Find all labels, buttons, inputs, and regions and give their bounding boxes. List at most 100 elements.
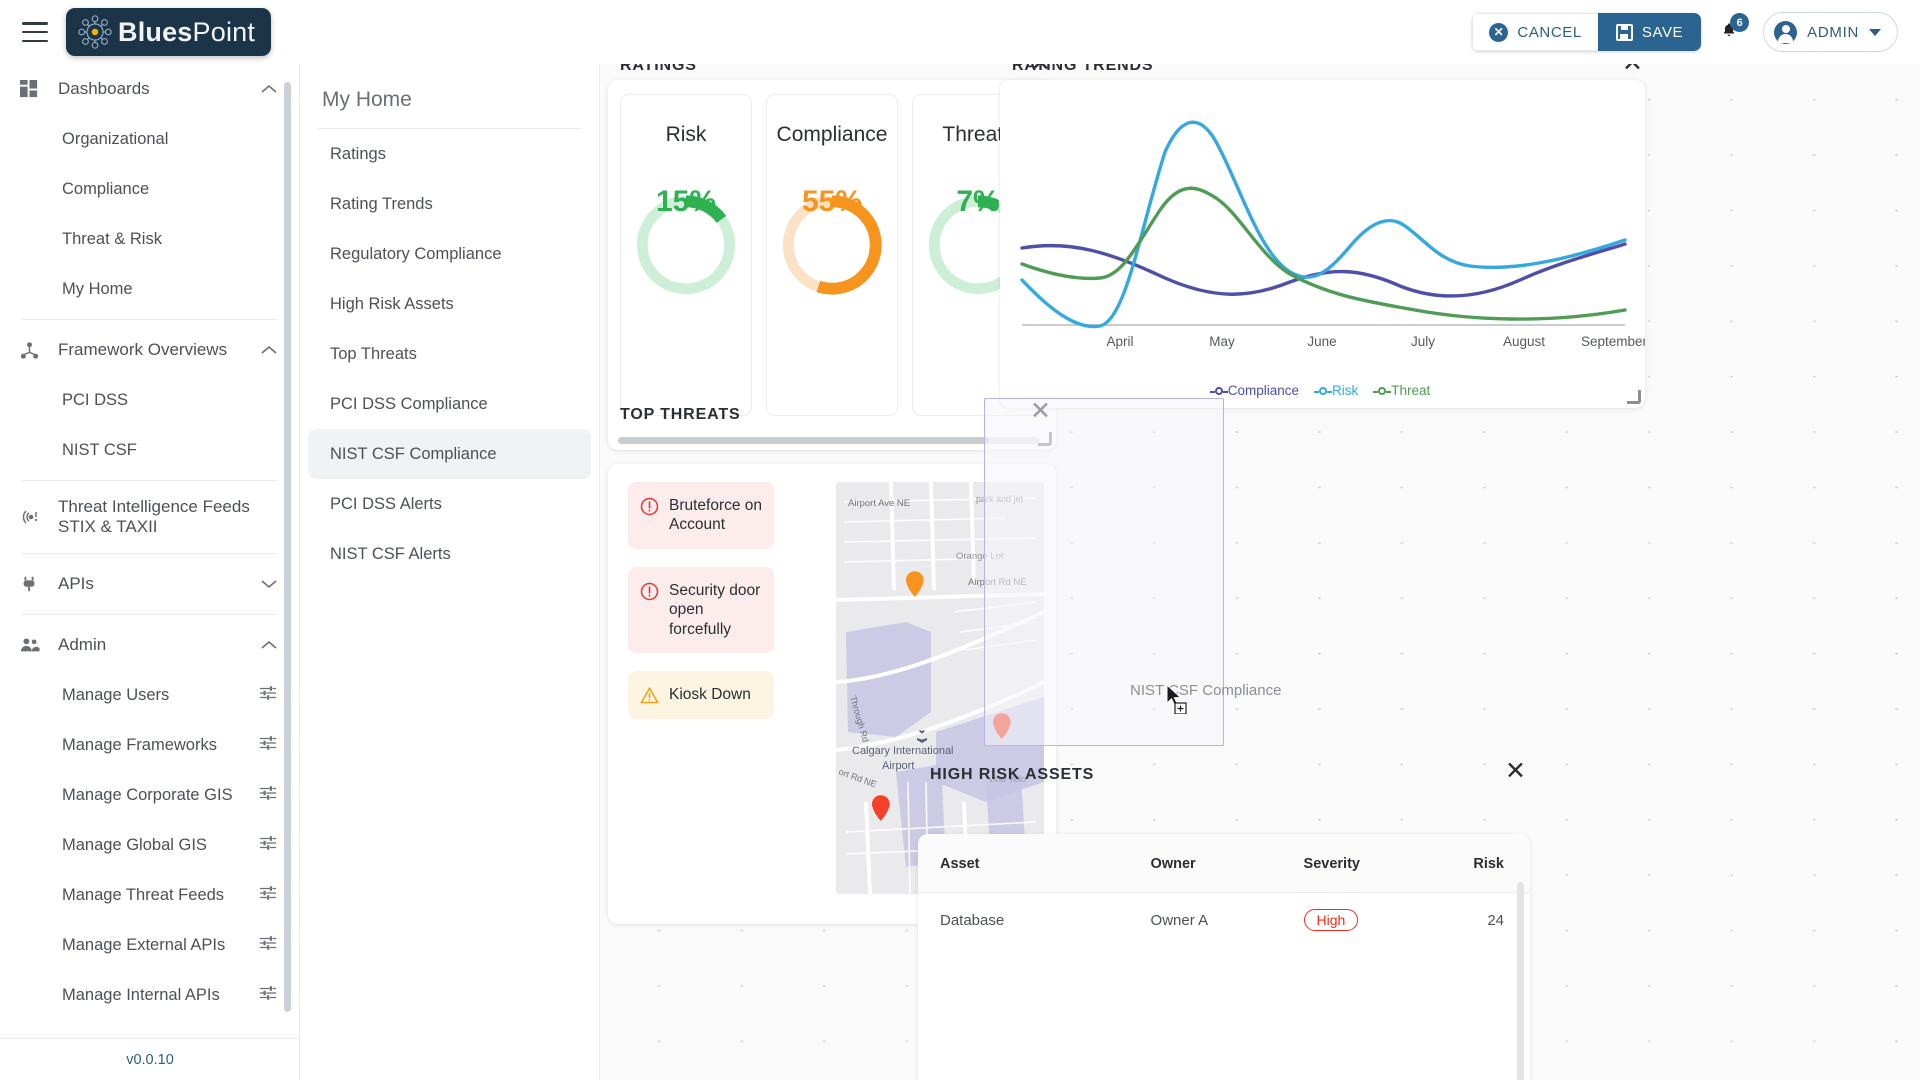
sidebar-group-dashboards[interactable]: Dashboards [0,64,299,114]
legend-item-risk[interactable]: Risk [1314,383,1359,398]
sidebar-item-manage-frameworks[interactable]: Manage Frameworks [0,720,299,770]
sidebar-item-organizational[interactable]: Organizational [0,114,299,164]
dashboard-canvas[interactable]: RATINGS ✕ RATING TRENDS ✕ Risk 15% Compl… [600,64,1920,1080]
tune-sliders-icon[interactable] [259,934,277,957]
sidebar-item-label: Organizational [62,129,169,148]
column-header-owner[interactable]: Owner [1150,834,1304,893]
widget-item-nist-csf-compliance[interactable]: NIST CSF Compliance [308,429,591,479]
user-menu-button[interactable]: ADMIN [1763,12,1898,52]
sidebar-item-compliance[interactable]: Compliance [0,164,299,214]
gauge-card-risk[interactable]: Risk 15% [620,94,752,416]
widget-item-pci-dss-compliance[interactable]: PCI DSS Compliance [308,379,591,429]
plug-icon [20,575,46,593]
widget-item-label: PCI DSS Compliance [330,394,488,413]
sidebar-item-label: Manage Threat Feeds [62,885,225,904]
tune-sliders-icon[interactable] [259,884,277,907]
widget-item-regulatory-compliance[interactable]: Regulatory Compliance [308,229,591,279]
radar-feed-icon [20,507,46,527]
sidebar-item-manage-threat-feeds[interactable]: Manage Threat Feeds [0,870,299,920]
high-risk-assets-widget-title: HIGH RISK ASSETS [930,766,1095,783]
gauge-card-compliance[interactable]: Compliance 55% [766,94,898,416]
widget-library-title: My Home [322,88,412,111]
tune-sliders-icon[interactable] [259,684,277,707]
sidebar-item-label: Threat & Risk [62,229,162,248]
sidebar-group-threat-intelligence-feeds[interactable]: Threat Intelligence Feeds STIX & TAXII [0,486,299,548]
sidebar-item-my-home[interactable]: My Home [0,264,299,314]
sidebar-group-framework-overviews[interactable]: Framework Overviews [0,325,299,375]
tune-sliders-icon[interactable] [259,734,277,757]
sidebar-item-label: NIST CSF [62,440,137,459]
tune-sliders-icon[interactable] [259,784,277,807]
threat-label: Kiosk Down [669,685,751,703]
sidebar-item-manage-users[interactable]: Manage Users [0,670,299,720]
sidebar-item-manage-internal-apis[interactable]: Manage Internal APIs [0,970,299,1020]
column-header-asset[interactable]: Asset [918,834,1151,893]
widget-item-rating-trends[interactable]: Rating Trends [308,179,591,229]
sidebar-divider [22,614,277,615]
widget-item-label: Ratings [330,144,386,163]
chevron-up-icon[interactable] [261,343,277,358]
tune-sliders-icon[interactable] [259,984,277,1007]
widget-item-nist-csf-alerts[interactable]: NIST CSF Alerts [308,529,591,579]
notifications-button[interactable]: 6 [1717,13,1750,49]
sidebar-item-manage-external-apis[interactable]: Manage External APIs [0,920,299,970]
trends-resize-handle[interactable] [1627,390,1642,405]
tune-sliders-icon[interactable] [259,834,277,857]
widget-item-label: NIST CSF Compliance [330,444,497,463]
sidebar-group-apis[interactable]: APIs [0,559,299,609]
widget-item-high-risk-assets[interactable]: High Risk Assets [308,279,591,329]
widget-library-panel: My Home Ratings Rating Trends Regulatory… [300,64,600,1080]
save-button[interactable]: SAVE [1597,13,1702,51]
threat-list-item[interactable]: Bruteforce on Account [628,482,774,549]
sidebar-item-manage-corporate-gis[interactable]: Manage Corporate GIS [0,770,299,820]
sidebar-item-threat-risk[interactable]: Threat & Risk [0,214,299,264]
high-risk-assets-widget-close-icon[interactable]: ✕ [1505,759,1526,784]
chevron-up-icon[interactable] [261,82,277,97]
user-menu-label: ADMIN [1807,23,1859,41]
cell-severity: High [1303,892,1439,947]
series-risk-line [1020,120,1627,329]
app-logo[interactable]: BluesPoint [66,8,272,56]
widget-item-pci-dss-alerts[interactable]: PCI DSS Alerts [308,479,591,529]
widget-item-label: PCI DSS Alerts [330,494,442,513]
high-risk-assets-widget[interactable]: Asset Owner Severity Risk Database Owner… [918,834,1530,1080]
x-tick-label: July [1411,334,1435,349]
widget-item-label: Regulatory Compliance [330,244,502,263]
cancel-button[interactable]: ✕ CANCEL [1472,13,1598,51]
chevron-down-icon[interactable] [261,577,277,592]
hamburger-menu-icon[interactable] [22,22,48,42]
sidebar-scrollbar-thumb[interactable] [284,82,291,1012]
sidebar-scroll-area: Dashboards Organizational Compliance Thr… [0,64,299,1038]
trends-widget-close-icon[interactable]: ✕ [1622,64,1643,76]
widget-item-ratings[interactable]: Ratings [308,129,591,179]
sidebar-item-label: Manage Corporate GIS [62,785,233,804]
sidebar-item-nist-csf[interactable]: NIST CSF [0,425,299,475]
ratings-widget[interactable]: Risk 15% Compliance 55% Threats 7% [608,80,1056,450]
sidebar-item-label: Manage Frameworks [62,735,217,754]
save-button-label: SAVE [1641,23,1684,41]
drag-ghost-label: NIST CSF Compliance [1130,682,1282,699]
table-row[interactable]: Database Owner A High 24 [918,892,1530,947]
sidebar-group-admin[interactable]: Admin [0,620,299,670]
top-bar-actions: ✕ CANCEL SAVE 6 ADMIN [1472,12,1920,52]
threat-list-item[interactable]: Security door open forcefully [628,566,774,653]
sidebar-item-manage-global-gis[interactable]: Manage Global GIS [0,820,299,870]
threat-list-item[interactable]: Kiosk Down [628,670,774,719]
series-threat-line [1020,186,1627,321]
legend-label: Risk [1332,383,1359,398]
legend-item-threat[interactable]: Threat [1373,383,1430,398]
high-risk-assets-scrollbar[interactable] [1517,882,1524,1080]
sidebar-item-label: PCI DSS [62,390,129,409]
warning-triangle-icon [640,687,659,704]
widget-item-label: NIST CSF Alerts [330,544,451,563]
chevron-up-icon[interactable] [261,638,277,653]
column-header-severity[interactable]: Severity [1303,834,1439,893]
top-bar: BluesPoint ✕ CANCEL SAVE 6 ADMIN [0,0,1920,64]
ratings-horizontal-scrollbar[interactable] [618,437,1040,444]
widget-item-top-threats[interactable]: Top Threats [308,329,591,379]
sidebar-item-label: Manage Users [62,685,170,704]
sidebar-group-label-line1: Threat Intelligence Feeds [58,496,250,516]
sidebar-item-pci-dss[interactable]: PCI DSS [0,375,299,425]
rating-trends-widget[interactable]: April May June July August September Com… [1000,80,1645,408]
legend-item-compliance[interactable]: Compliance [1209,383,1299,398]
